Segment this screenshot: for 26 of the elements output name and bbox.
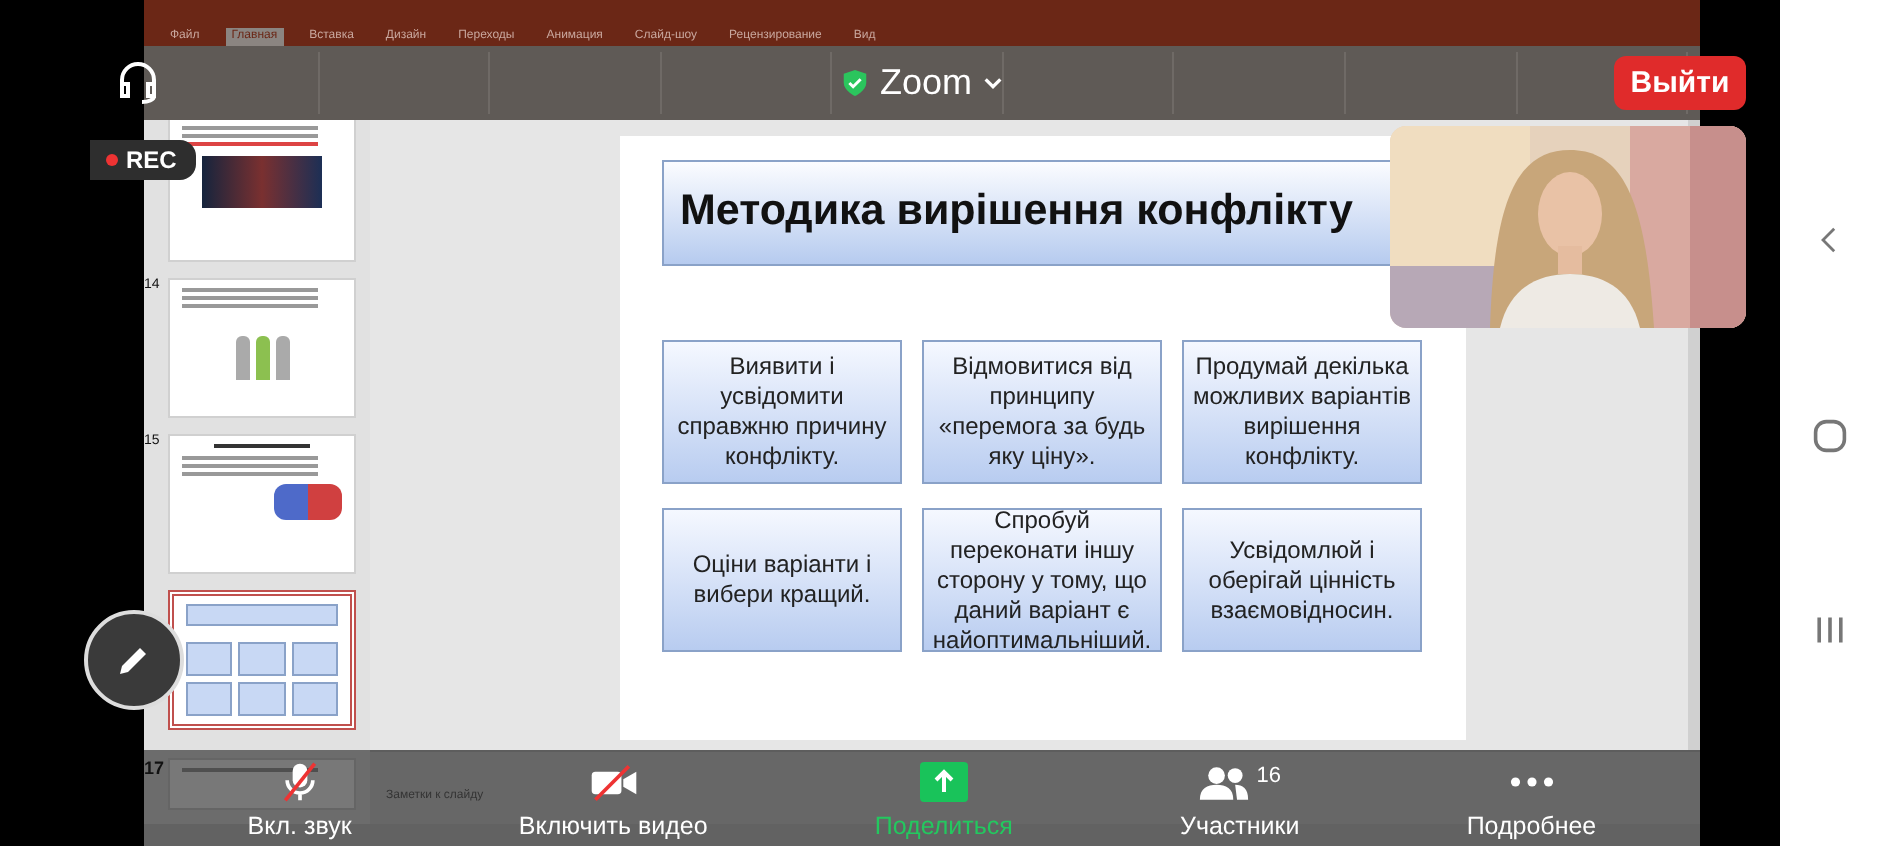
step-box: Спробуй переконати іншу сторону у тому, що даний варіант є найоптимальніший.: [922, 508, 1162, 652]
leave-button[interactable]: Выйти: [1614, 56, 1746, 110]
video-off-icon: [587, 763, 640, 801]
more-icon: [1509, 776, 1554, 788]
step-box: Виявити і усвідомити справжню причину конфлікту.: [662, 340, 902, 484]
toolbar-button[interactable]: Поделиться: [874, 750, 1013, 846]
step-box: Продумай декілька можливих варіантів вирішення конфлікту.: [1182, 340, 1422, 484]
chevron-down-icon[interactable]: [982, 72, 1005, 94]
step-box: Усвідомлюй і оберігай цінність взаємовідносин.: [1182, 508, 1422, 652]
slide-number: 17: [144, 758, 165, 778]
participant-count: 16: [1256, 763, 1281, 787]
step-box: Оціни варіанти і вибери кращий.: [662, 508, 902, 652]
recording-badge: REC: [90, 140, 196, 180]
toolbar-button[interactable]: 16 Участники: [1180, 750, 1300, 846]
recent-apps-icon[interactable]: [1812, 611, 1848, 647]
meeting-label[interactable]: Zoom: [880, 62, 973, 104]
home-icon[interactable]: [1812, 417, 1848, 453]
share-screen-icon: [919, 762, 968, 802]
toolbar-button[interactable]: Вкл. звук: [247, 750, 352, 846]
step-box: Відмовитися від принципу «перемога за будь яку ціну».: [922, 340, 1162, 484]
headset-icon[interactable]: [114, 58, 162, 106]
toolbar-button[interactable]: Подробнее: [1466, 750, 1597, 846]
toolbar-button[interactable]: Включить видео: [518, 750, 708, 846]
participants-icon: [1198, 763, 1251, 801]
shield-icon: [840, 68, 870, 98]
slide-thumbnail[interactable]: [168, 590, 356, 730]
